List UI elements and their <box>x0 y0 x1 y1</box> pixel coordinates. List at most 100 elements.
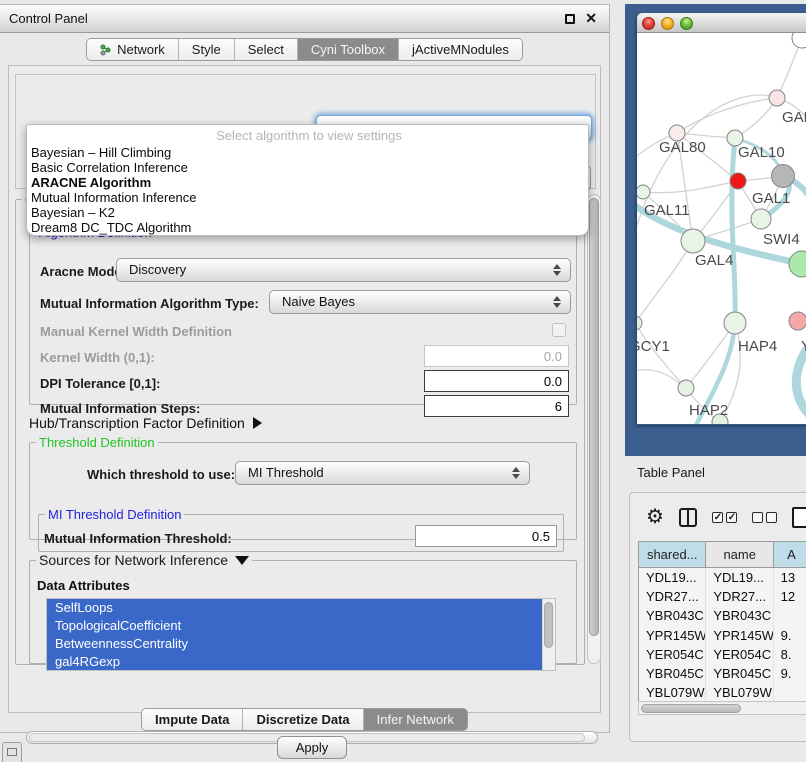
mi-steps-field[interactable]: 6 <box>424 395 569 417</box>
manual-kernel-checkbox[interactable] <box>552 323 566 337</box>
algorithm-option[interactable]: Dream8 DC_TDC Algorithm <box>30 220 588 235</box>
cell[interactable]: 9. <box>774 664 806 683</box>
list-vertical-scrollbar[interactable] <box>542 599 555 670</box>
list-item[interactable]: SelfLoops <box>47 599 542 617</box>
document-icon[interactable] <box>792 507 806 528</box>
network-nodes[interactable] <box>637 33 806 424</box>
algorithm-option[interactable]: Basic Correlation Inference <box>30 160 588 175</box>
network-node-red[interactable] <box>730 173 746 189</box>
table-horizontal-scrollbar[interactable] <box>638 701 806 715</box>
tab-discretize-data[interactable]: Discretize Data <box>243 709 363 730</box>
cell[interactable]: 13 <box>774 568 806 587</box>
algorithm-option[interactable]: Bayesian – K2 <box>30 205 588 220</box>
scrollbar-thumb[interactable] <box>589 198 599 636</box>
mi-type-combobox[interactable]: Naive Bayes <box>269 290 571 314</box>
cell[interactable]: 8. <box>774 645 806 664</box>
network-node[interactable] <box>792 33 806 48</box>
tab-network[interactable]: Network <box>87 39 179 60</box>
cell[interactable]: YDR27... <box>639 587 706 606</box>
deselect-all-checkboxes-icon[interactable] <box>752 512 777 523</box>
cell[interactable]: YBR045C <box>706 664 773 683</box>
cell[interactable] <box>774 606 806 625</box>
cell[interactable]: 12 <box>774 587 806 606</box>
sources-title-row[interactable]: Sources for Network Inference <box>36 552 252 568</box>
close-icon[interactable]: ✕ <box>585 10 597 27</box>
column-header-clipped[interactable]: A <box>774 542 806 568</box>
column-header-name[interactable]: name <box>706 542 773 568</box>
zoom-traffic-light-icon[interactable] <box>680 17 693 30</box>
cell[interactable]: YPR145W <box>706 626 773 645</box>
tab-impute-data[interactable]: Impute Data <box>142 709 243 730</box>
network-canvas[interactable]: GAL GAL80 GAL10 GAL1 GAL11 GAL4 SWI4 GCY… <box>637 33 806 424</box>
network-node-gal1[interactable] <box>751 209 771 229</box>
column-header-shared-name[interactable]: shared... <box>639 542 706 568</box>
tab-cyni-toolbox[interactable]: Cyni Toolbox <box>298 39 399 60</box>
cell[interactable]: YER054C <box>706 645 773 664</box>
table-row[interactable]: YDL19... YDL19... 13 <box>639 568 806 587</box>
settings-vertical-scrollbar[interactable] <box>587 194 601 664</box>
table-row[interactable]: YBR043C YBR043C <box>639 606 806 625</box>
select-all-checkboxes-icon[interactable]: ✓ ✓ <box>712 512 737 523</box>
table-row[interactable]: YBL079W YBL079W <box>639 683 806 701</box>
cell[interactable]: YDR27... <box>706 587 773 606</box>
network-window[interactable]: GAL GAL80 GAL10 GAL1 GAL11 GAL4 SWI4 GCY… <box>637 13 806 425</box>
control-panel-titlebar[interactable]: Control Panel ✕ <box>0 5 609 33</box>
gear-icon[interactable]: ⚙ <box>646 507 664 527</box>
mi-steps-label: Mutual Information Steps: <box>40 401 200 416</box>
network-node-gal4[interactable] <box>681 229 705 253</box>
aracne-mode-combobox[interactable]: Discovery <box>116 258 571 282</box>
close-traffic-light-icon[interactable] <box>642 17 655 30</box>
hub-definition-expander[interactable]: Hub/Transcription Factor Definition <box>29 415 262 431</box>
table-row[interactable]: YBR045C YBR045C 9. <box>639 664 806 683</box>
apply-button[interactable]: Apply <box>277 736 347 759</box>
table-row[interactable]: YPR145W YPR145W 9. <box>639 626 806 645</box>
tab-infer-network[interactable]: Infer Network <box>364 709 467 730</box>
mi-threshold-field[interactable]: 0.5 <box>415 525 557 547</box>
network-node-hap4[interactable] <box>724 312 746 334</box>
list-item[interactable]: gal4RGexp <box>47 653 542 671</box>
collapsed-arrow-icon[interactable] <box>253 417 262 429</box>
scrollbar-thumb[interactable] <box>544 602 553 648</box>
cell[interactable]: YPR145W <box>639 626 706 645</box>
cell[interactable]: YDL19... <box>706 568 773 587</box>
tab-style[interactable]: Style <box>179 39 235 60</box>
network-node-gcy1[interactable] <box>637 316 642 330</box>
minimized-panel-icon[interactable] <box>2 742 22 762</box>
network-node-hap2[interactable] <box>678 380 694 396</box>
tab-select[interactable]: Select <box>235 39 298 60</box>
cell[interactable]: YER054C <box>639 645 706 664</box>
list-item[interactable]: TopologicalCoefficient <box>47 617 542 635</box>
list-item[interactable]: BetweennessCentrality <box>47 635 542 653</box>
table-row[interactable]: YER054C YER054C 8. <box>639 645 806 664</box>
network-node-gal11[interactable] <box>637 185 650 199</box>
cell[interactable]: YBR043C <box>706 606 773 625</box>
network-node[interactable] <box>769 90 785 106</box>
expanded-arrow-icon[interactable] <box>235 556 249 565</box>
cell[interactable]: 9. <box>774 626 806 645</box>
cell[interactable]: YBL079W <box>639 683 706 701</box>
minimize-traffic-light-icon[interactable] <box>661 17 674 30</box>
algorithm-option-selected[interactable]: ARACNE Algorithm <box>30 175 588 190</box>
table-row[interactable]: YDR27... YDR27... 12 <box>639 587 806 606</box>
algorithm-option[interactable]: Mutual Information Inference <box>30 190 588 205</box>
network-node-gray[interactable] <box>772 165 795 188</box>
columns-icon[interactable] <box>679 508 697 527</box>
which-threshold-combobox[interactable]: MI Threshold <box>235 461 530 485</box>
bottom-tab-bar: Impute Data Discretize Data Infer Networ… <box>0 708 609 731</box>
algorithm-option[interactable]: Bayesian – Hill Climbing <box>30 145 588 160</box>
cell[interactable] <box>774 683 806 701</box>
dpi-tolerance-field[interactable]: 0.0 <box>424 370 569 392</box>
data-attributes-list[interactable]: SelfLoops TopologicalCoefficient Between… <box>46 598 556 671</box>
tab-jactivemnodules[interactable]: jActiveMNodules <box>399 39 522 60</box>
control-panel-title: Control Panel <box>0 11 88 26</box>
kernel-width-field[interactable]: 0.0 <box>424 345 569 367</box>
cell[interactable]: YBL079W <box>706 683 773 701</box>
network-node-swi4[interactable] <box>789 251 806 277</box>
network-node-salmon[interactable] <box>789 312 806 330</box>
float-window-icon[interactable] <box>565 14 575 24</box>
network-window-titlebar[interactable] <box>637 13 806 33</box>
cell[interactable]: YBR043C <box>639 606 706 625</box>
cell[interactable]: YDL19... <box>639 568 706 587</box>
cell[interactable]: YBR045C <box>639 664 706 683</box>
scrollbar-thumb[interactable] <box>641 704 741 713</box>
